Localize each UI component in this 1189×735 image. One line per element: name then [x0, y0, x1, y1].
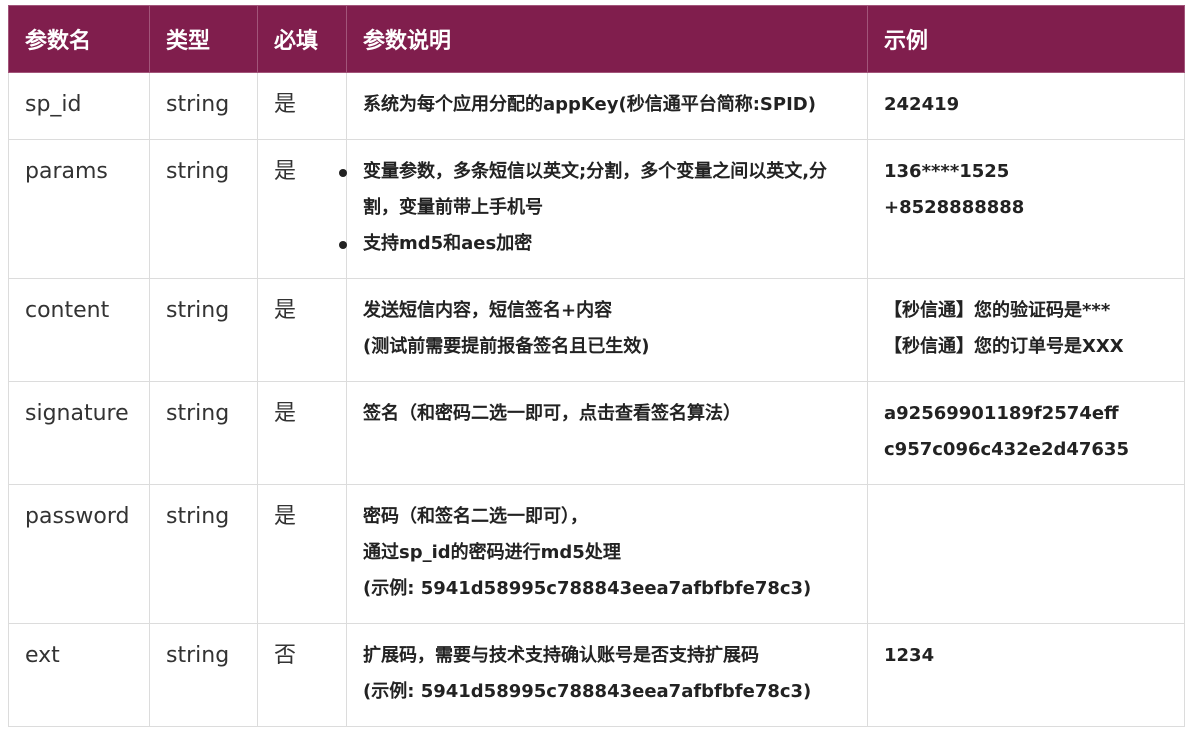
table-row: content string 是 发送短信内容，短信签名+内容 (测试前需要提前… [8, 278, 1185, 382]
description-line: 扩展码，需要与技术支持确认账号是否支持扩展码 [363, 645, 759, 666]
params-table: 参数名 类型 必填 参数说明 示例 sp_id string 是 系统为每个应用… [8, 5, 1185, 727]
param-example: 【秒信通】您的验证码是*** 【秒信通】您的订单号是XXX [867, 278, 1185, 382]
description-bullet-item: 变量参数，多条短信以英文;分割，多个变量之间以英文,分割，变量前带上手机号 [339, 154, 857, 226]
param-type: string [149, 623, 258, 727]
example-line: a92569901189f2574eff [884, 403, 1119, 424]
param-description: 变量参数，多条短信以英文;分割，多个变量之间以英文,分割，变量前带上手机号 支持… [339, 139, 868, 279]
header-required: 必填 [257, 5, 347, 73]
param-type: string [149, 484, 258, 624]
param-name: params [8, 139, 150, 279]
param-description: 发送短信内容，短信签名+内容 (测试前需要提前报备签名且已生效) [346, 278, 868, 382]
param-name: signature [8, 381, 150, 485]
description-line: (测试前需要提前报备签名且已生效) [363, 336, 650, 357]
example-line: 136****1525 [884, 161, 1010, 182]
param-description: 系统为每个应用分配的appKey(秒信通平台简称:SPID) [346, 72, 868, 140]
param-required: 是 [257, 278, 347, 382]
table-row: sp_id string 是 系统为每个应用分配的appKey(秒信通平台简称:… [8, 72, 1185, 140]
param-name: content [8, 278, 150, 382]
description-bullet-item: 支持md5和aes加密 [339, 226, 857, 262]
param-type: string [149, 278, 258, 382]
table-row: password string 是 密码（和签名二选一即可）， 通过sp_id的… [8, 484, 1185, 624]
param-example: 1234 [867, 623, 1185, 727]
example-line: +8528888888 [884, 197, 1025, 218]
param-type: string [149, 139, 258, 279]
description-line: 系统为每个应用分配的appKey(秒信通平台简称:SPID) [363, 94, 816, 115]
example-line: 【秒信通】您的订单号是XXX [884, 336, 1124, 357]
table-row: ext string 否 扩展码，需要与技术支持确认账号是否支持扩展码 (示例:… [8, 623, 1185, 727]
param-description: 扩展码，需要与技术支持确认账号是否支持扩展码 (示例: 5941d58995c7… [346, 623, 868, 727]
param-example: a92569901189f2574eff c957c096c432e2d4763… [867, 381, 1185, 485]
description-line: (示例: 5941d58995c788843eea7afbfbfe78c3) [363, 578, 812, 599]
param-required: 否 [257, 623, 347, 727]
description-line: 通过sp_id的密码进行md5处理 [363, 542, 621, 563]
param-example: 242419 [867, 72, 1185, 140]
description-line: 发送短信内容，短信签名+内容 [363, 300, 613, 321]
description-bullet-list: 变量参数，多条短信以英文;分割，多个变量之间以英文,分割，变量前带上手机号 支持… [339, 154, 857, 262]
description-line: 密码（和签名二选一即可）， [363, 506, 588, 527]
description-line: (示例: 5941d58995c788843eea7afbfbfe78c3) [363, 681, 812, 702]
param-description: 签名（和密码二选一即可，点击查看签名算法） [346, 381, 868, 485]
header-param-name: 参数名 [8, 5, 150, 73]
params-table-container: 参数名 类型 必填 参数说明 示例 sp_id string 是 系统为每个应用… [8, 5, 1185, 727]
param-name: sp_id [8, 72, 150, 140]
header-description: 参数说明 [346, 5, 868, 73]
header-type: 类型 [149, 5, 258, 73]
param-name: password [8, 484, 150, 624]
param-description: 密码（和签名二选一即可）， 通过sp_id的密码进行md5处理 (示例: 594… [346, 484, 868, 624]
param-required: 是 [257, 72, 347, 140]
example-line: c957c096c432e2d47635 [884, 439, 1129, 460]
header-example: 示例 [867, 5, 1185, 73]
param-example: 136****1525 +8528888888 [867, 139, 1185, 279]
param-type: string [149, 72, 258, 140]
param-required: 是 [257, 381, 347, 485]
table-row: signature string 是 签名（和密码二选一即可，点击查看签名算法）… [8, 381, 1185, 485]
param-type: string [149, 381, 258, 485]
param-required: 是 [257, 484, 347, 624]
example-line: 1234 [884, 645, 935, 666]
param-name: ext [8, 623, 150, 727]
param-example [867, 484, 1185, 624]
table-header-row: 参数名 类型 必填 参数说明 示例 [8, 5, 1185, 73]
table-row: params string 是 变量参数，多条短信以英文;分割，多个变量之间以英… [8, 139, 1185, 279]
param-required: 是 [257, 139, 347, 279]
example-line: 【秒信通】您的验证码是*** [884, 300, 1111, 321]
example-line: 242419 [884, 94, 960, 115]
description-line: 签名（和密码二选一即可，点击查看签名算法） [363, 403, 741, 424]
